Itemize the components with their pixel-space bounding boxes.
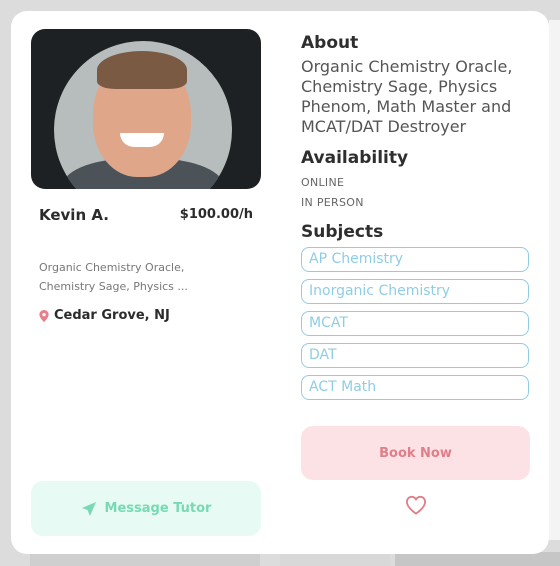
about-heading: About bbox=[301, 33, 359, 53]
tutor-profile-card: Kevin A. $100.00/h Organic Chemistry Ora… bbox=[11, 11, 549, 554]
subject-tag[interactable]: AP Chemistry bbox=[301, 247, 529, 272]
map-pin-icon bbox=[39, 309, 49, 322]
tutor-photo bbox=[31, 29, 261, 189]
tutor-location: Cedar Grove, NJ bbox=[39, 308, 170, 323]
about-text: Organic Chemistry Oracle, Chemistry Sage… bbox=[301, 57, 513, 136]
subjects-heading: Subjects bbox=[301, 222, 384, 242]
book-now-button[interactable]: Book Now bbox=[301, 426, 530, 480]
avatar-hair bbox=[97, 51, 187, 89]
availability-heading: Availability bbox=[301, 148, 409, 168]
availability-online: ONLINE bbox=[301, 176, 345, 189]
background-card-edge bbox=[549, 20, 560, 540]
heart-icon[interactable] bbox=[405, 495, 427, 515]
tutor-hourly-rate: $100.00/h bbox=[179, 207, 253, 222]
background-card-edge bbox=[280, 552, 390, 566]
subject-tag[interactable]: Inorganic Chemistry bbox=[301, 279, 529, 304]
location-label: Cedar Grove, NJ bbox=[54, 308, 170, 323]
availability-in-person: IN PERSON bbox=[301, 196, 364, 209]
subject-tag[interactable]: DAT bbox=[301, 343, 529, 368]
background-card-edge bbox=[395, 552, 560, 566]
subject-tag[interactable]: MCAT bbox=[301, 311, 529, 336]
send-icon bbox=[81, 501, 96, 516]
tutor-tagline: Organic Chemistry Oracle, Chemistry Sage… bbox=[39, 261, 188, 293]
avatar bbox=[54, 41, 232, 189]
subject-tag[interactable]: ACT Math bbox=[301, 375, 529, 400]
background-card-edge bbox=[30, 552, 260, 566]
tutor-name: Kevin A. bbox=[39, 206, 109, 224]
message-tutor-button[interactable]: Message Tutor bbox=[31, 481, 261, 536]
message-tutor-label: Message Tutor bbox=[104, 501, 212, 516]
